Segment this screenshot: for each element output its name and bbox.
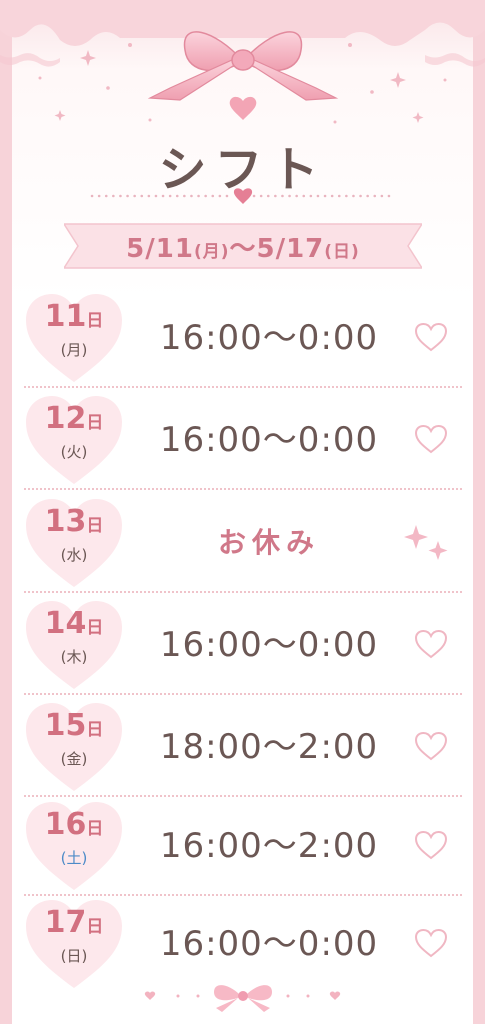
heart-outline-icon [414, 731, 448, 761]
row-divider [24, 386, 462, 388]
range-end: 5/17 [256, 234, 325, 264]
heart-outline-icon [414, 424, 448, 454]
day-suffix: 日 [86, 720, 104, 740]
day-number: 14 [44, 606, 87, 641]
shift-row: 12日 (火) 16:00〜0:00 [24, 390, 462, 490]
weekday-label: (金) [60, 750, 88, 768]
weekday-label: (日) [60, 947, 88, 965]
shift-time: 16:00〜0:00 [159, 625, 379, 665]
day-number: 12 [44, 401, 87, 436]
heart-icon [229, 96, 257, 120]
sparkle-icon [404, 525, 448, 560]
shift-card: シフト 5/11(月)〜5/17(日) 11日 (月) 16:00〜0:00 1… [0, 0, 485, 1024]
shift-row: 15日 (金) 18:00〜2:00 [24, 697, 462, 797]
shift-time: 16:00〜0:00 [159, 924, 379, 964]
weekday-label: (木) [60, 648, 88, 666]
weekday-label: (土) [60, 849, 88, 867]
weekday-label: (月) [60, 341, 88, 359]
shift-row: 17日 (日) 16:00〜0:00 [24, 894, 462, 994]
day-number: 11 [44, 299, 87, 334]
row-divider [24, 591, 462, 593]
day-suffix: 日 [86, 516, 104, 536]
day-number: 16 [44, 807, 87, 842]
shift-row: 11日 (月) 16:00〜0:00 [24, 288, 462, 388]
heart-outline-icon [414, 928, 448, 958]
weekday-label: (水) [60, 546, 88, 564]
shift-time: 18:00〜2:00 [159, 727, 379, 767]
shift-time: 16:00〜2:00 [159, 826, 379, 866]
shift-row: 16日 (土) 16:00〜2:00 [24, 796, 462, 896]
weekday-label: (火) [60, 443, 88, 461]
date-range: 5/11(月)〜5/17(日) [64, 228, 422, 265]
shift-time: お休み [217, 526, 320, 559]
day-suffix: 日 [86, 819, 104, 839]
range-start-day: (月) [193, 242, 230, 262]
ribbon-bow-icon [147, 31, 339, 101]
row-divider [24, 693, 462, 695]
shift-time: 16:00〜0:00 [159, 318, 379, 358]
shift-time: 16:00〜0:00 [159, 420, 379, 460]
range-start: 5/11 [126, 234, 194, 264]
heart-outline-icon [414, 830, 448, 860]
row-divider [24, 488, 462, 490]
range-separator: 〜 [229, 234, 257, 264]
page-title: シフト [158, 142, 327, 198]
range-end-day: (日) [324, 242, 360, 262]
day-number: 15 [44, 708, 87, 743]
day-suffix: 日 [86, 917, 104, 937]
day-number: 17 [44, 905, 87, 940]
heart-outline-icon [414, 322, 448, 352]
day-suffix: 日 [86, 618, 104, 638]
day-number: 13 [44, 504, 87, 539]
heart-outline-icon [414, 629, 448, 659]
shift-row: 13日 (水) お休み [24, 493, 462, 593]
shift-row: 14日 (木) 16:00〜0:00 [24, 595, 462, 695]
day-suffix: 日 [86, 413, 104, 433]
day-suffix: 日 [86, 311, 104, 331]
